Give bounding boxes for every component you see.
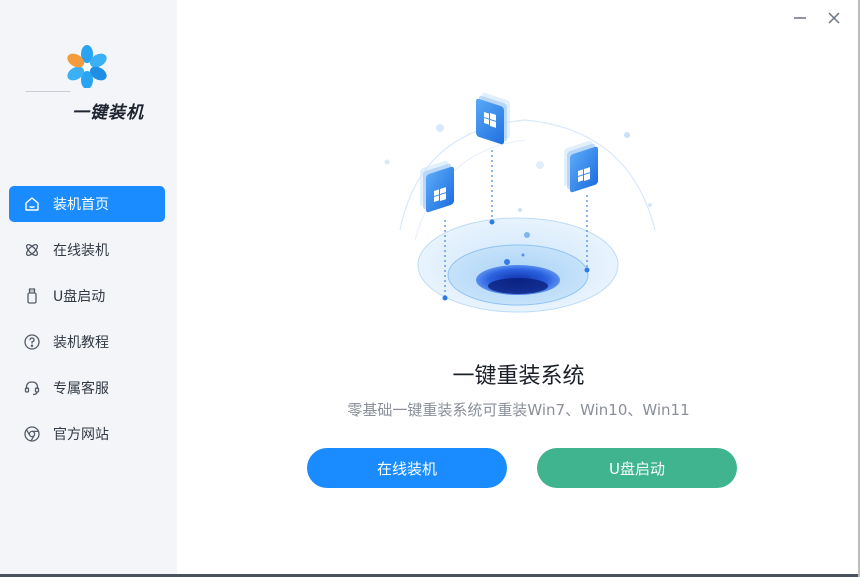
sidebar-nav: 装机首页 在线装机 U盘启动 装机教程 专属客服 官方网站 xyxy=(9,186,165,462)
home-icon xyxy=(23,195,41,213)
sidebar-item-usb-boot[interactable]: U盘启动 xyxy=(9,278,165,314)
sidebar-item-label: 在线装机 xyxy=(53,243,109,259)
chrome-icon xyxy=(23,425,41,443)
hero-illustration xyxy=(384,92,656,313)
sidebar-item-website[interactable]: 官方网站 xyxy=(9,416,165,452)
headset-icon xyxy=(23,379,41,397)
usb-boot-button[interactable]: U盘启动 xyxy=(537,448,737,488)
help-icon xyxy=(23,333,41,351)
close-icon xyxy=(828,12,840,24)
app-name: 一键装机 xyxy=(72,103,144,123)
page-subtitle: 零基础一键重装系统可重装Win7、Win10、Win11 xyxy=(347,401,690,419)
sidebar-item-label: 官方网站 xyxy=(53,427,109,443)
sidebar-item-label: U盘启动 xyxy=(53,289,106,305)
app-logo: 一键装机 xyxy=(0,0,177,140)
minimize-button[interactable] xyxy=(792,10,808,26)
sidebar-item-online-install[interactable]: 在线装机 xyxy=(9,232,165,268)
sidebar: 一键装机 装机首页 在线装机 U盘启动 装机教程 专属客服 官方网站 xyxy=(0,0,177,577)
sidebar-item-tutorial[interactable]: 装机教程 xyxy=(9,324,165,360)
close-button[interactable] xyxy=(826,10,842,26)
flower-logo-icon xyxy=(67,45,107,88)
sidebar-item-label: 装机教程 xyxy=(53,335,109,351)
atom-icon xyxy=(23,241,41,259)
minimize-icon xyxy=(794,17,806,19)
usb-icon xyxy=(23,287,41,305)
logo-divider xyxy=(26,91,70,92)
window-controls xyxy=(792,10,842,26)
page-title: 一键重装系统 xyxy=(452,364,585,389)
sidebar-item-label: 装机首页 xyxy=(53,197,109,213)
sidebar-item-home[interactable]: 装机首页 xyxy=(9,186,165,222)
online-install-button[interactable]: 在线装机 xyxy=(307,448,507,488)
sidebar-item-support[interactable]: 专属客服 xyxy=(9,370,165,406)
sidebar-item-label: 专属客服 xyxy=(53,381,109,397)
